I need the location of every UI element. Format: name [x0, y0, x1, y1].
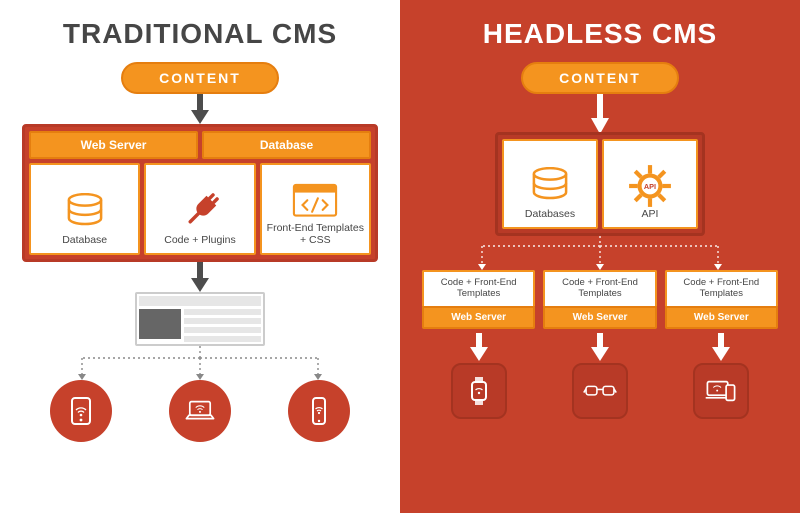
- dotted-connector-icon: [422, 236, 778, 270]
- diagram-stage: TRADITIONAL CMS CONTENT Web Server Datab…: [0, 0, 800, 513]
- fe-block-3: Code + Front-End Templates Web Server: [665, 270, 778, 329]
- fe-bottom-label: Web Server: [543, 306, 656, 329]
- device-multi-icon: [693, 363, 749, 419]
- arrow-down-icon: [587, 333, 613, 363]
- plug-icon: [177, 194, 223, 230]
- fe-bottom-label: Web Server: [422, 306, 535, 329]
- card-database: Database: [29, 163, 140, 255]
- arrow-down-icon: [708, 333, 734, 363]
- dotted-connector-icon: [22, 346, 378, 380]
- card-database-label: Database: [62, 234, 107, 247]
- device-watch-icon: [451, 363, 507, 419]
- card-api-label: API: [642, 208, 659, 221]
- headless-title: HEADLESS CMS: [483, 18, 717, 50]
- database-icon: [527, 168, 573, 204]
- fe-block-1: Code + Front-End Templates Web Server: [422, 270, 535, 329]
- card-api: API API: [602, 139, 698, 229]
- arrow-down-icon: [187, 94, 213, 124]
- device-tablet-icon: [50, 380, 112, 442]
- code-icon: [292, 182, 338, 218]
- tab-web-server: Web Server: [29, 131, 198, 159]
- headless-content-pill: CONTENT: [521, 62, 679, 94]
- fe-block-2: Code + Front-End Templates Web Server: [543, 270, 656, 329]
- arrow-down-icon: [587, 94, 613, 134]
- traditional-panel: TRADITIONAL CMS CONTENT Web Server Datab…: [0, 0, 400, 513]
- card-code-plugins: Code + Plugins: [144, 163, 255, 255]
- arrow-down-icon: [466, 333, 492, 363]
- device-laptop-icon: [169, 380, 231, 442]
- fe-bottom-label: Web Server: [665, 306, 778, 329]
- database-icon: [62, 194, 108, 230]
- tab-database: Database: [202, 131, 371, 159]
- browser-mock-icon: [135, 292, 265, 346]
- card-databases-label: Databases: [525, 208, 575, 221]
- fe-top-label: Code + Front-End Templates: [422, 270, 535, 306]
- server-tabs: Web Server Database: [29, 131, 371, 159]
- card-frontend: Front-End Templates + CSS: [260, 163, 371, 255]
- arrow-down-icon: [187, 262, 213, 292]
- card-databases: Databases: [502, 139, 598, 229]
- traditional-content-pill: CONTENT: [121, 62, 279, 94]
- fe-top-label: Code + Front-End Templates: [543, 270, 656, 306]
- device-phone-icon: [288, 380, 350, 442]
- card-code-label: Code + Plugins: [164, 234, 236, 247]
- headless-api-block: Databases API API: [495, 132, 705, 236]
- device-glasses-icon: [572, 363, 628, 419]
- traditional-server-block: Web Server Database Database Code + Plug…: [22, 124, 378, 262]
- gear-api-icon: API: [627, 168, 673, 204]
- traditional-title: TRADITIONAL CMS: [63, 18, 337, 50]
- fe-top-label: Code + Front-End Templates: [665, 270, 778, 306]
- svg-text:API: API: [644, 183, 656, 192]
- headless-panel: HEADLESS CMS CONTENT Databases: [400, 0, 800, 513]
- card-frontend-label: Front-End Templates + CSS: [266, 222, 365, 247]
